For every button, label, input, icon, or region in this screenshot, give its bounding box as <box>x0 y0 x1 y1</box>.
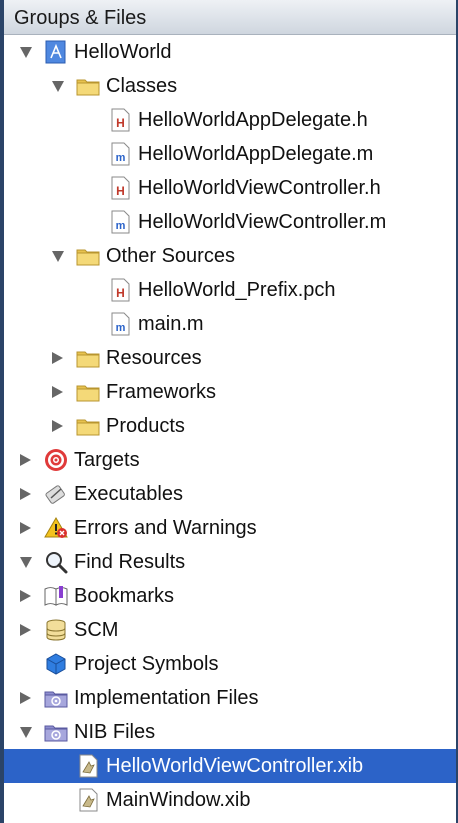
disclosure-collapsed-icon[interactable] <box>52 352 63 364</box>
tree-row-label: SCM <box>74 619 119 641</box>
source-file-icon: m <box>108 210 132 234</box>
tree-row[interactable]: SCM <box>4 613 456 647</box>
folder-icon <box>76 74 100 98</box>
folder-icon <box>76 380 100 404</box>
xib-file-icon <box>76 788 100 812</box>
tree-row-label: MainWindow.xib <box>106 789 251 811</box>
xib-file-icon <box>76 754 100 778</box>
header-file-icon: H <box>108 278 132 302</box>
tree-row[interactable]: Executables <box>4 477 456 511</box>
tree-row[interactable]: H HelloWorld_Prefix.pch <box>4 273 456 307</box>
tree-row-label: Bookmarks <box>74 585 175 607</box>
bookmarks-icon <box>44 584 68 608</box>
disclosure-collapsed-icon[interactable] <box>20 522 31 534</box>
tree-row-label: Classes <box>106 75 178 97</box>
tree-row-label: Executables <box>74 483 183 505</box>
target-icon <box>44 448 68 472</box>
tree-row-label: HelloWorldViewController.xib <box>106 755 364 777</box>
xcode-project-icon <box>44 40 68 64</box>
groups-and-files-panel: Groups & Files HelloWorld Classes H HelloWo… <box>4 0 456 823</box>
disclosure-expanded-icon[interactable] <box>52 251 64 262</box>
tree-row[interactable]: m HelloWorldViewController.m <box>4 205 456 239</box>
tree-row[interactable]: NIB Files <box>4 715 456 749</box>
tree-row-label: Other Sources <box>106 245 235 267</box>
tree-row[interactable]: H HelloWorldViewController.h <box>4 171 456 205</box>
smart-group-icon <box>44 720 68 744</box>
svg-text:m: m <box>116 220 126 232</box>
disclosure-collapsed-icon[interactable] <box>52 386 63 398</box>
header-file-icon: H <box>108 108 132 132</box>
tree-row-label: HelloWorldAppDelegate.h <box>138 109 368 131</box>
header-file-icon: H <box>108 176 132 200</box>
tree-row[interactable]: Targets <box>4 443 456 477</box>
tree-row[interactable]: Bookmarks <box>4 579 456 613</box>
tree-row-label: Targets <box>74 449 140 471</box>
magnifier-icon <box>44 550 68 574</box>
tree-row[interactable]: Products <box>4 409 456 443</box>
tree-row[interactable]: m main.m <box>4 307 456 341</box>
tree-row[interactable]: H HelloWorldAppDelegate.h <box>4 103 456 137</box>
svg-text:H: H <box>116 116 125 130</box>
tree-row[interactable]: Other Sources <box>4 239 456 273</box>
tree-row-label: Products <box>106 415 185 437</box>
tree-row-label: Implementation Files <box>74 687 259 709</box>
svg-text:H: H <box>116 286 125 300</box>
panel-header: Groups & Files <box>4 0 456 35</box>
svg-text:m: m <box>116 152 126 164</box>
folder-icon <box>76 346 100 370</box>
tree-row-label: HelloWorldAppDelegate.m <box>138 143 374 165</box>
tree-row[interactable]: HelloWorld <box>4 35 456 69</box>
tree-row[interactable]: HelloWorldViewController.xib <box>4 749 456 783</box>
tree-row[interactable]: m HelloWorldAppDelegate.m <box>4 137 456 171</box>
svg-text:m: m <box>116 322 126 334</box>
tree-row-label: Project Symbols <box>74 653 219 675</box>
warning-icon <box>44 516 68 540</box>
tree-row-label: HelloWorldViewController.h <box>138 177 381 199</box>
tree-row-label: HelloWorldViewController.m <box>138 211 387 233</box>
tree-row[interactable]: Find Results <box>4 545 456 579</box>
smart-group-icon <box>44 686 68 710</box>
disclosure-expanded-icon[interactable] <box>20 47 32 58</box>
disclosure-collapsed-icon[interactable] <box>52 420 63 432</box>
svg-text:H: H <box>116 184 125 198</box>
source-file-icon: m <box>108 142 132 166</box>
folder-icon <box>76 244 100 268</box>
tree-row-label: Errors and Warnings <box>74 517 257 539</box>
tree-row-label: main.m <box>138 313 204 335</box>
disclosure-expanded-icon[interactable] <box>52 81 64 92</box>
source-file-icon: m <box>108 312 132 336</box>
executable-icon <box>44 482 68 506</box>
tree-row-label: NIB Files <box>74 721 156 743</box>
tree-row-label: Frameworks <box>106 381 217 403</box>
disclosure-expanded-icon[interactable] <box>20 727 32 738</box>
tree-row[interactable]: Resources <box>4 341 456 375</box>
scm-icon <box>44 618 68 642</box>
tree-row-label: Resources <box>106 347 202 369</box>
tree-row[interactable]: Frameworks <box>4 375 456 409</box>
tree-row-label: HelloWorld_Prefix.pch <box>138 279 336 301</box>
tree-row[interactable]: MainWindow.xib <box>4 783 456 817</box>
folder-icon <box>76 414 100 438</box>
tree-row-label: Find Results <box>74 551 186 573</box>
tree-row[interactable]: Classes <box>4 69 456 103</box>
project-tree: HelloWorld Classes H HelloWorldAppDelegate.… <box>4 35 456 817</box>
disclosure-collapsed-icon[interactable] <box>20 590 31 602</box>
disclosure-collapsed-icon[interactable] <box>20 454 31 466</box>
disclosure-collapsed-icon[interactable] <box>20 488 31 500</box>
disclosure-expanded-icon[interactable] <box>20 557 32 568</box>
tree-row[interactable]: Project Symbols <box>4 647 456 681</box>
disclosure-collapsed-icon[interactable] <box>20 624 31 636</box>
tree-row-label: HelloWorld <box>74 41 172 63</box>
tree-row[interactable]: Implementation Files <box>4 681 456 715</box>
tree-row[interactable]: Errors and Warnings <box>4 511 456 545</box>
project-symbols-icon <box>44 652 68 676</box>
disclosure-collapsed-icon[interactable] <box>20 692 31 704</box>
